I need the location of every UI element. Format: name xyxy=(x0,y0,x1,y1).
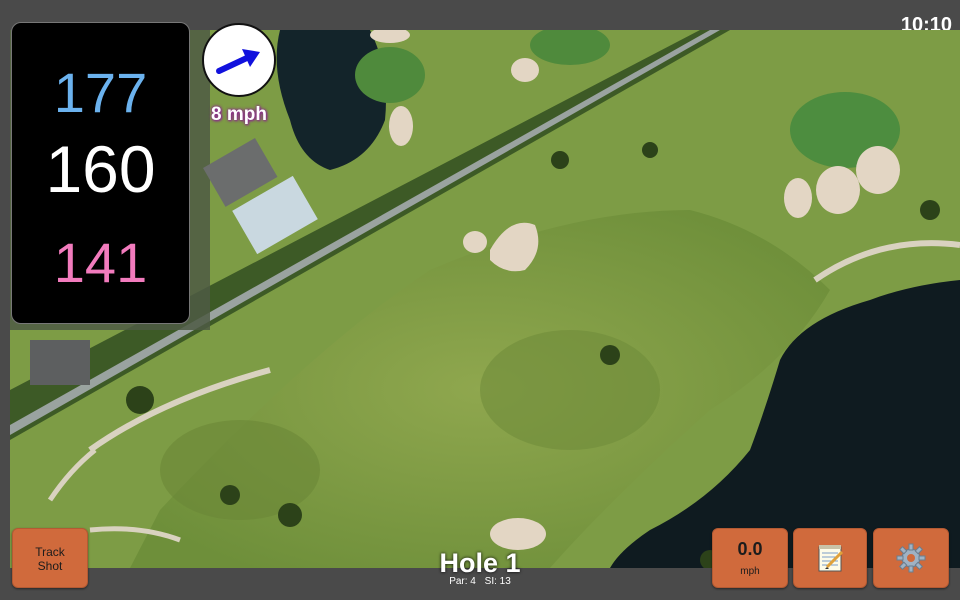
distance-front: 141 xyxy=(53,231,148,294)
notepad-icon xyxy=(818,545,844,572)
wind-indicator xyxy=(202,23,276,97)
house-roof xyxy=(30,340,90,385)
speed-value: 0.0 xyxy=(737,539,763,559)
track-shot-label-line1: Track xyxy=(35,545,65,559)
hole-title: Hole 1 xyxy=(439,548,521,578)
hole-info: Par: 4 SI: 13 xyxy=(380,576,580,587)
wind-speed-label: 8 mph xyxy=(211,104,267,125)
gear-icon xyxy=(896,543,926,573)
wind-arrow-icon xyxy=(216,49,260,74)
fairway-patch xyxy=(480,330,660,450)
speed-unit: mph xyxy=(740,566,760,577)
distance-panel: 177 160 141 xyxy=(11,22,190,324)
track-shot-button[interactable]: Track Shot xyxy=(12,528,88,588)
distance-middle: 160 xyxy=(45,132,156,206)
notes-button[interactable] xyxy=(793,528,867,588)
hole-par: Par: 4 xyxy=(449,576,476,587)
distance-back: 177 xyxy=(53,61,148,124)
speed-button[interactable]: 0.0 mph xyxy=(712,528,788,588)
settings-button[interactable] xyxy=(873,528,949,588)
hole-stroke-index: SI: 13 xyxy=(484,576,511,587)
track-shot-label-line2: Shot xyxy=(37,559,63,573)
green xyxy=(355,47,425,103)
